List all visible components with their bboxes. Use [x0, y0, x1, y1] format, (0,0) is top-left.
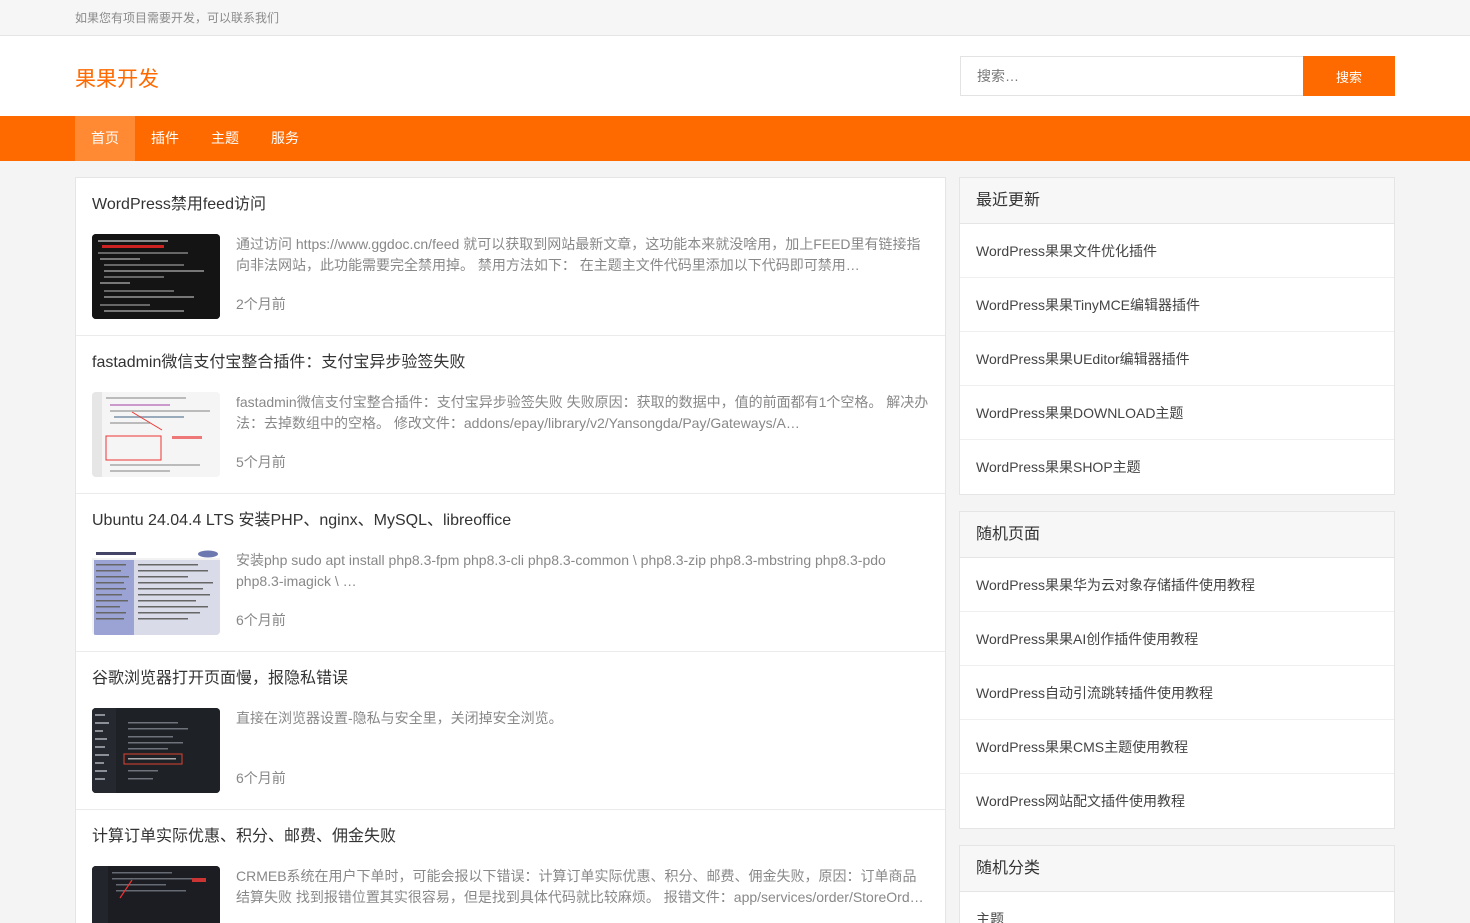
- post-thumbnail[interactable]: [92, 708, 220, 793]
- widget-link[interactable]: WordPress果果TinyMCE编辑器插件: [960, 278, 1394, 332]
- widget-title: 随机分类: [960, 846, 1394, 892]
- widget-title: 最近更新: [960, 178, 1394, 224]
- post-item: fastadmin微信支付宝整合插件：支付宝异步验签失败 fastadmin微信…: [76, 336, 945, 494]
- post-excerpt: 通过访问 https://www.ggdoc.cn/feed 就可以获取到网站最…: [236, 236, 921, 273]
- post-title[interactable]: WordPress禁用feed访问: [92, 194, 929, 216]
- post-title[interactable]: fastadmin微信支付宝整合插件：支付宝异步验签失败: [92, 352, 929, 374]
- widget-link[interactable]: WordPress网站配文插件使用教程: [960, 774, 1394, 828]
- widget-link[interactable]: WordPress果果UEditor编辑器插件: [960, 332, 1394, 386]
- post-list: WordPress禁用feed访问 通过访问 https://www.ggdoc…: [75, 177, 946, 923]
- widget-link[interactable]: WordPress果果CMS主题使用教程: [960, 720, 1394, 774]
- widget-random-categories: 随机分类 主题: [959, 845, 1395, 923]
- post-date: 2个月前: [236, 296, 286, 312]
- widget-link[interactable]: 主题: [960, 892, 1394, 923]
- search-button[interactable]: 搜索: [1303, 56, 1395, 96]
- widget-link[interactable]: WordPress果果AI创作插件使用教程: [960, 612, 1394, 666]
- main-nav: 首页 插件 主题 服务: [0, 116, 1470, 161]
- widget-link[interactable]: WordPress果果SHOP主题: [960, 440, 1394, 494]
- post-date: 6个月前: [236, 612, 286, 628]
- search-form: 搜索: [960, 56, 1395, 96]
- widget-title: 随机页面: [960, 512, 1394, 558]
- post-thumbnail[interactable]: [92, 234, 220, 319]
- post-date: 5个月前: [236, 454, 286, 470]
- nav-item-themes[interactable]: 主题: [195, 116, 255, 161]
- widget-link[interactable]: WordPress果果DOWNLOAD主题: [960, 386, 1394, 440]
- post-excerpt: CRMEB系统在用户下单时，可能会报以下错误：计算订单实际优惠、积分、邮费、佣金…: [236, 868, 924, 905]
- site-logo[interactable]: 果果开发: [75, 63, 159, 93]
- widget-recent-updates: 最近更新 WordPress果果文件优化插件 WordPress果果TinyMC…: [959, 177, 1395, 495]
- nav-item-services[interactable]: 服务: [255, 116, 315, 161]
- widget-random-pages: 随机页面 WordPress果果华为云对象存储插件使用教程 WordPress果…: [959, 511, 1395, 829]
- post-title[interactable]: 计算订单实际优惠、积分、邮费、佣金失败: [92, 826, 929, 848]
- site-header: 果果开发 搜索: [0, 36, 1470, 116]
- nav-item-home[interactable]: 首页: [75, 116, 135, 161]
- post-excerpt: 安装php sudo apt install php8.3-fpm php8.3…: [236, 552, 886, 589]
- post-item: WordPress禁用feed访问 通过访问 https://www.ggdoc…: [76, 178, 945, 336]
- post-item: Ubuntu 24.04.4 LTS 安装PHP、nginx、MySQL、lib…: [76, 494, 945, 652]
- topbar-notice: 如果您有项目需要开发，可以联系我们: [75, 11, 280, 25]
- post-thumbnail[interactable]: [92, 866, 220, 923]
- post-thumbnail[interactable]: [92, 392, 220, 477]
- widget-link[interactable]: WordPress果果华为云对象存储插件使用教程: [960, 558, 1394, 612]
- post-excerpt: 直接在浏览器设置-隐私与安全里，关闭掉安全浏览。: [236, 710, 563, 726]
- post-date: 6个月前: [236, 770, 286, 786]
- post-title[interactable]: 谷歌浏览器打开页面慢，报隐私错误: [92, 668, 929, 690]
- search-input[interactable]: [960, 56, 1303, 96]
- post-excerpt: fastadmin微信支付宝整合插件：支付宝异步验签失败 失败原因：获取的数据中…: [236, 394, 929, 431]
- topbar: 如果您有项目需要开发，可以联系我们: [0, 0, 1470, 36]
- post-item: 计算订单实际优惠、积分、邮费、佣金失败 CRMEB系统在用户下单时，可能会报以下…: [76, 810, 945, 923]
- widget-link[interactable]: WordPress自动引流跳转插件使用教程: [960, 666, 1394, 720]
- post-item: 谷歌浏览器打开页面慢，报隐私错误 直接在浏览器设置-隐私与安全里，关闭掉安全浏览…: [76, 652, 945, 810]
- widget-link[interactable]: WordPress果果文件优化插件: [960, 224, 1394, 278]
- nav-item-plugins[interactable]: 插件: [135, 116, 195, 161]
- sidebar: 最近更新 WordPress果果文件优化插件 WordPress果果TinyMC…: [959, 177, 1395, 923]
- post-title[interactable]: Ubuntu 24.04.4 LTS 安装PHP、nginx、MySQL、lib…: [92, 510, 929, 532]
- post-thumbnail[interactable]: [92, 550, 220, 635]
